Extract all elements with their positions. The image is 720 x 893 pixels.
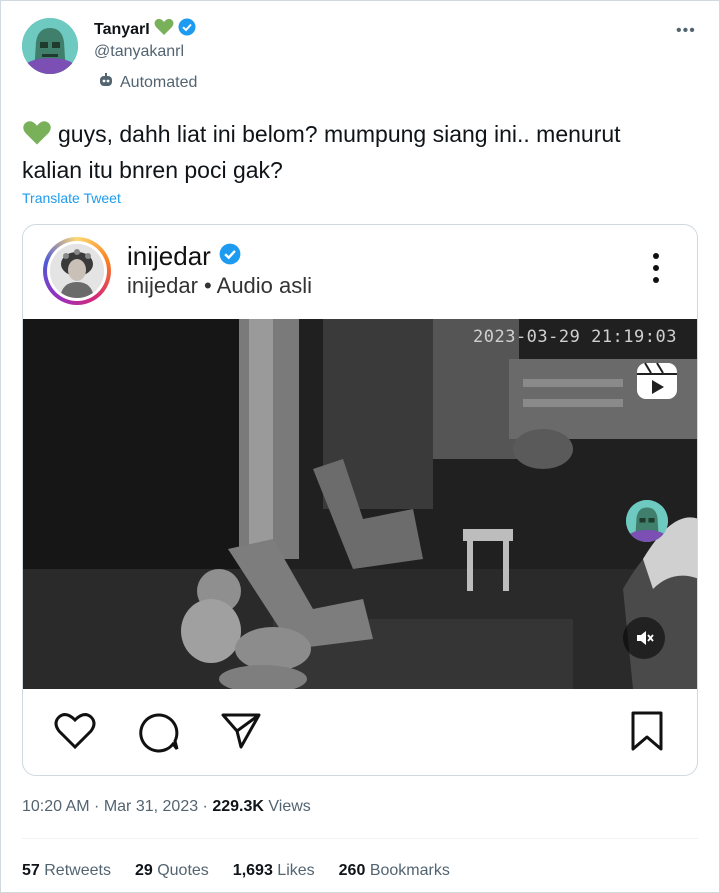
green-heart-icon (22, 120, 52, 154)
translate-tweet-link[interactable]: Translate Tweet (22, 190, 121, 206)
verified-badge-icon (219, 241, 241, 272)
ig-avatar[interactable] (43, 237, 111, 305)
more-icon[interactable]: ••• (676, 22, 696, 40)
retweets-stat[interactable]: 57 Retweets (22, 862, 111, 880)
watermark-avatar (626, 500, 668, 542)
robot-icon (98, 72, 114, 93)
tweet-text: guys, dahh liat ini belom? mumpung siang… (22, 118, 672, 186)
video-player[interactable]: 2023-03-29 21:19:03 (23, 319, 697, 689)
like-icon[interactable] (53, 711, 97, 756)
bookmarks-stat[interactable]: 260 Bookmarks (339, 862, 450, 880)
author-avatar[interactable] (22, 18, 78, 74)
save-icon[interactable] (629, 711, 665, 756)
tweet-body: guys, dahh liat ini belom? mumpung siang… (22, 121, 621, 183)
author-handle[interactable]: @tanyakanrl (94, 43, 184, 61)
tweet-time[interactable]: 10:20 AM (22, 798, 90, 815)
author-display-name[interactable]: TanyarI (94, 21, 150, 39)
automated-label: Automated (120, 73, 198, 91)
likes-stat[interactable]: 1,693 Likes (233, 862, 315, 880)
views-count: 229.3K (212, 798, 264, 815)
engagement-stats: 57 Retweets 29 Quotes 1,693 Likes 260 Bo… (22, 862, 450, 880)
verified-badge-icon (178, 18, 196, 41)
share-icon[interactable] (219, 711, 263, 756)
comment-icon[interactable] (137, 711, 181, 758)
quotes-stat[interactable]: 29 Quotes (135, 862, 209, 880)
video-frame-image (23, 319, 697, 689)
views-label: Views (268, 798, 311, 815)
mute-icon[interactable] (623, 617, 665, 659)
divider (22, 838, 698, 839)
reels-icon[interactable] (635, 361, 679, 401)
ig-action-bar (23, 689, 697, 775)
instagram-embed-card[interactable]: inijedar inijedar • Audio asli 2023-03-2… (22, 224, 698, 776)
ig-subtitle: inijedar • Audio asli (127, 273, 313, 298)
tweet-meta: 10:20 AM · Mar 31, 2023 · 229.3K Views (22, 798, 311, 815)
ig-more-icon[interactable] (651, 253, 661, 287)
ig-username[interactable]: inijedar (127, 241, 211, 272)
tweet-date[interactable]: Mar 31, 2023 (104, 798, 198, 815)
video-timestamp: 2023-03-29 21:19:03 (473, 327, 677, 347)
automated-label-row: Automated (98, 72, 197, 93)
green-heart-icon (154, 18, 174, 41)
